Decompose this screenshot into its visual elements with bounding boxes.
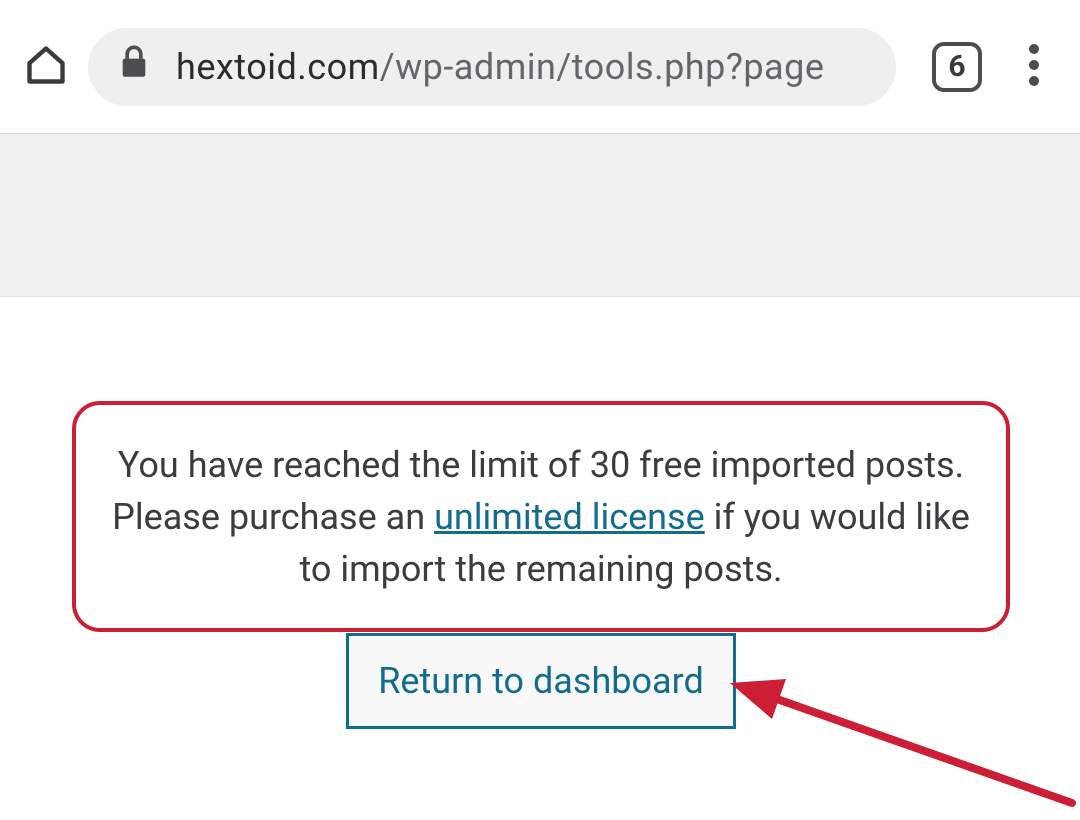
- home-icon: [24, 43, 68, 91]
- annotation-arrow: [700, 645, 1080, 815]
- unlimited-license-link[interactable]: unlimited license: [434, 496, 705, 538]
- overflow-menu-button[interactable]: [1010, 43, 1058, 91]
- kebab-icon: [1028, 43, 1040, 91]
- home-button[interactable]: [22, 43, 70, 91]
- tab-count-value: 6: [948, 49, 965, 84]
- limit-notice: You have reached the limit of 30 free im…: [72, 401, 1010, 632]
- return-to-dashboard-button[interactable]: Return to dashboard: [346, 633, 736, 729]
- url-path: /wp-admin/tools.php?page: [380, 46, 825, 88]
- lock-icon: [120, 45, 148, 88]
- browser-toolbar: hextoid.com/wp-admin/tools.php?page 6: [0, 0, 1080, 134]
- page-header-band: [0, 134, 1080, 297]
- address-bar[interactable]: hextoid.com/wp-admin/tools.php?page: [88, 28, 896, 106]
- tab-switcher-button[interactable]: 6: [932, 42, 982, 92]
- return-button-label: Return to dashboard: [378, 660, 704, 702]
- address-text: hextoid.com/wp-admin/tools.php?page: [176, 46, 824, 88]
- url-domain: hextoid.com: [176, 46, 380, 88]
